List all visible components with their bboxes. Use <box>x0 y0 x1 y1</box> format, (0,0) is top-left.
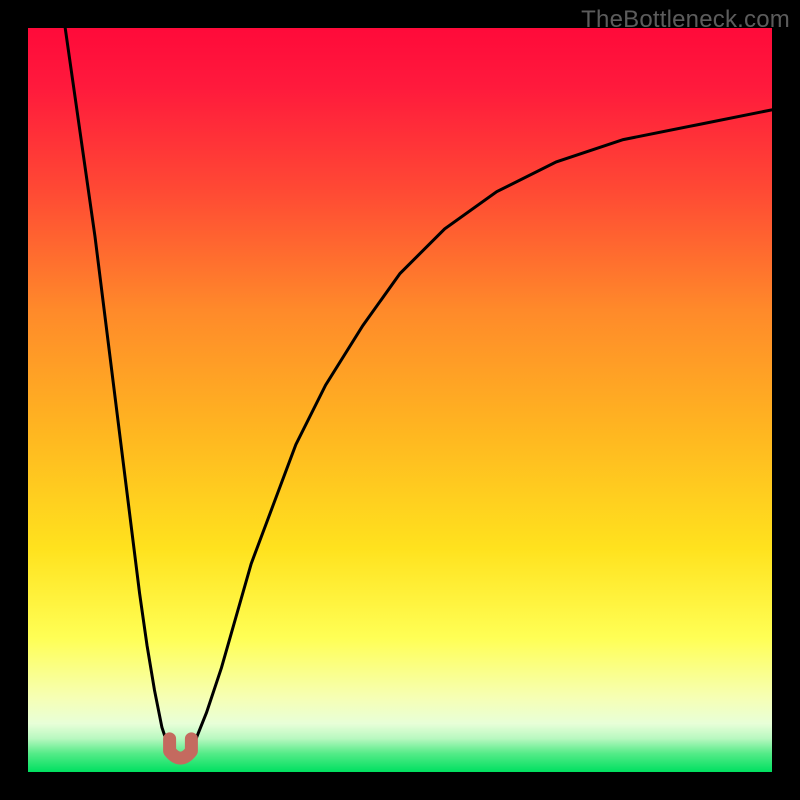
chart-frame: TheBottleneck.com <box>0 0 800 800</box>
chart-plot-area <box>28 28 772 772</box>
chart-background <box>28 28 772 772</box>
chart-svg <box>28 28 772 772</box>
